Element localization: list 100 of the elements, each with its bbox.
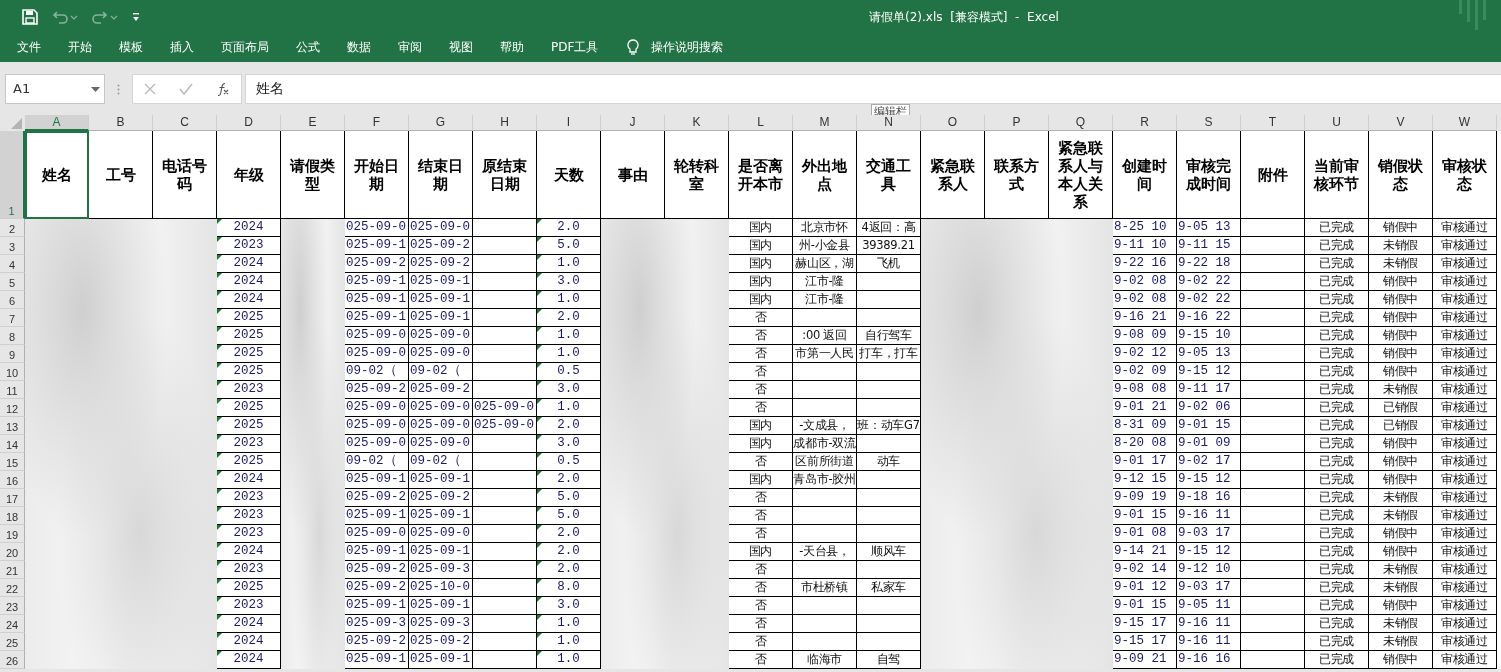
column-header[interactable]: S (1177, 115, 1241, 131)
header-cell[interactable]: 外出地点 (793, 131, 857, 219)
empty-cell (473, 489, 537, 507)
table-cell: 审核通过 (1433, 363, 1497, 381)
table-cell: 9-16 22 (1177, 309, 1241, 327)
row-header[interactable]: 8 (0, 327, 25, 345)
row-header[interactable]: 17 (0, 489, 25, 507)
column-header[interactable]: Q (1049, 115, 1113, 131)
column-header[interactable]: N (857, 115, 921, 131)
name-box[interactable]: A1 (5, 74, 105, 104)
ribbon-tab[interactable]: 帮助 (500, 39, 524, 56)
table-cell: 市第一人民 (793, 345, 857, 363)
table-cell: 025-09-0 (409, 417, 473, 435)
row-header[interactable]: 19 (0, 525, 25, 543)
row-header[interactable]: 21 (0, 561, 25, 579)
row-header[interactable]: 7 (0, 309, 25, 327)
ribbon-tab[interactable]: 公式 (296, 39, 320, 56)
table-cell: 审核通过 (1433, 651, 1497, 669)
header-cell[interactable]: 天数 (537, 131, 601, 219)
table-cell: 025-09-2 (409, 489, 473, 507)
header-cell[interactable]: 姓名 (25, 131, 89, 219)
table-cell: 已完成 (1305, 489, 1369, 507)
column-header[interactable]: G (409, 115, 473, 131)
row-header[interactable]: 26 (0, 651, 25, 669)
save-icon[interactable] (22, 8, 38, 25)
header-cell[interactable]: 附件 (1241, 131, 1305, 219)
row-header[interactable]: 3 (0, 237, 25, 255)
caret-icon[interactable] (91, 87, 100, 92)
header-cell[interactable]: 年级 (217, 131, 281, 219)
formula-field[interactable]: 姓名 (245, 74, 1501, 104)
header-cell[interactable]: 开始日期 (345, 131, 409, 219)
ribbon-tab[interactable]: 文件 (17, 39, 41, 56)
row-header[interactable]: 12 (0, 399, 25, 417)
column-header[interactable]: D (217, 115, 281, 131)
row-header[interactable]: 13 (0, 417, 25, 435)
empty-cell (473, 327, 537, 345)
column-header[interactable]: B (89, 115, 153, 131)
row-header[interactable]: 11 (0, 381, 25, 399)
column-header[interactable]: I (537, 115, 601, 131)
check-icon[interactable] (179, 83, 193, 95)
ribbon-tab[interactable]: 插入 (170, 39, 194, 56)
column-header[interactable]: P (985, 115, 1049, 131)
column-header[interactable]: F (345, 115, 409, 131)
header-cell[interactable]: 当前审核环节 (1305, 131, 1369, 219)
ribbon-tab[interactable]: 数据 (347, 39, 371, 56)
column-header[interactable]: H (473, 115, 537, 131)
row-header[interactable]: 2 (0, 219, 25, 237)
row-header[interactable]: 22 (0, 579, 25, 597)
column-header[interactable]: W (1433, 115, 1497, 131)
row-header[interactable]: 4 (0, 255, 25, 273)
empty-cell (793, 597, 857, 615)
row-header[interactable]: 14 (0, 435, 25, 453)
empty-cell (1241, 345, 1305, 363)
row-header[interactable]: 6 (0, 291, 25, 309)
row-header[interactable]: 24 (0, 615, 25, 633)
column-header[interactable]: L (729, 115, 793, 131)
ribbon-tab[interactable]: PDF工具 (551, 39, 599, 56)
row-header[interactable]: 16 (0, 471, 25, 489)
table-cell: 审核通过 (1433, 543, 1497, 561)
row-header[interactable]: 5 (0, 273, 25, 291)
empty-cell (1241, 291, 1305, 309)
column-header[interactable]: E (281, 115, 345, 131)
row-header[interactable]: 23 (0, 597, 25, 615)
ribbon-tab[interactable]: 页面布局 (221, 39, 269, 56)
header-cell[interactable]: 是否离开本市 (729, 131, 793, 219)
tell-me-search[interactable]: 操作说明搜索 (651, 39, 724, 56)
column-header[interactable]: T (1241, 115, 1305, 131)
row-header[interactable]: 10 (0, 363, 25, 381)
header-cell[interactable]: 交通工具 (857, 131, 921, 219)
header-cell[interactable]: 销假状态 (1369, 131, 1433, 219)
row-header[interactable]: 15 (0, 453, 25, 471)
ribbon-tab[interactable]: 开始 (68, 39, 92, 56)
column-header[interactable]: O (921, 115, 985, 131)
table-cell: 9-02 22 (1177, 291, 1241, 309)
column-header[interactable]: J (601, 115, 665, 131)
ribbon-tab[interactable]: 模板 (119, 39, 143, 56)
row-header[interactable]: 18 (0, 507, 25, 525)
row-header[interactable]: 25 (0, 633, 25, 651)
header-cell[interactable]: 审核状态 (1433, 131, 1497, 219)
table-cell: 未销假 (1369, 615, 1433, 633)
ribbon-tab[interactable]: 视图 (449, 39, 473, 56)
customize-caret-icon[interactable] (132, 11, 140, 22)
column-header[interactable]: V (1369, 115, 1433, 131)
header-cell[interactable]: 审核完成时间 (1177, 131, 1241, 219)
column-header[interactable]: U (1305, 115, 1369, 131)
row-header[interactable]: 20 (0, 543, 25, 561)
header-cell[interactable]: 结束日期 (409, 131, 473, 219)
lightbulb-icon[interactable] (627, 39, 640, 56)
row-header[interactable]: 9 (0, 345, 25, 363)
ribbon-tab[interactable]: 审阅 (398, 39, 422, 56)
row-header[interactable]: 1 (0, 131, 25, 219)
function-icon[interactable] (215, 82, 230, 96)
column-header[interactable]: M (793, 115, 857, 131)
column-header[interactable]: K (665, 115, 729, 131)
column-header[interactable]: A (25, 115, 89, 131)
header-cell[interactable]: 原结束日期 (473, 131, 537, 219)
column-header[interactable]: C (153, 115, 217, 131)
header-cell[interactable]: 创建时间 (1113, 131, 1177, 219)
empty-cell (1241, 543, 1305, 561)
column-header[interactable]: R (1113, 115, 1177, 131)
